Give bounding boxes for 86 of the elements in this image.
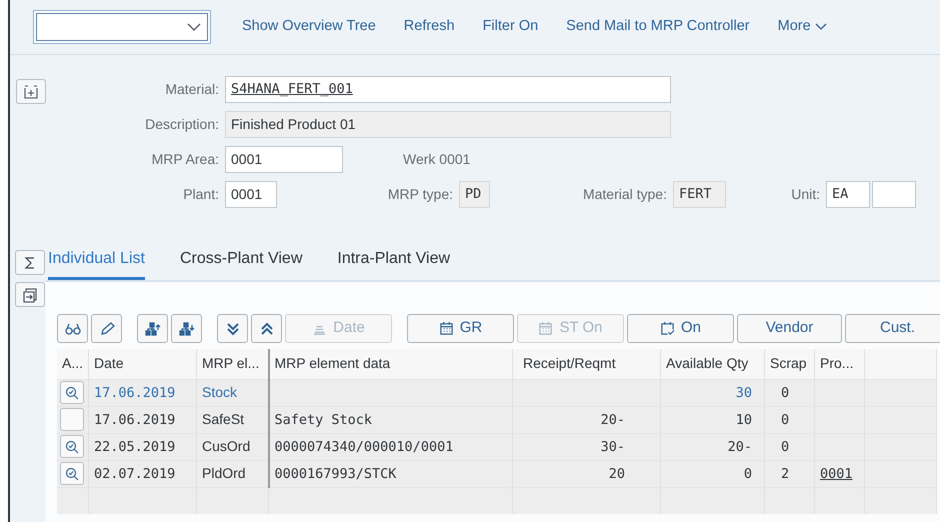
export-button[interactable] [15,282,45,307]
toolbar-button[interactable]: Vendor [737,314,842,343]
expand-button[interactable] [16,79,46,104]
pencil-icon [98,320,114,336]
table-cell: 10 [736,412,752,428]
toolbar-button[interactable]: Cust. [845,314,940,343]
table-cell: 0000074340/000010/0001 [274,438,454,455]
table-cell: 20- [600,412,626,428]
column-header[interactable]: Receipt/Reqmt [512,349,661,379]
toolbar-button[interactable]: Refresh [390,16,469,38]
table-cell: 22.05.2019 [94,438,176,455]
zoom-icon [65,386,79,400]
mrp-type-field[interactable]: PD [459,181,490,208]
column-header[interactable]: Available Qty [660,349,765,379]
expand-icon [23,84,39,100]
field-label: Material type: [582,185,668,204]
toolbar-button[interactable]: On [627,314,734,343]
hierarchy-up-button[interactable] [137,314,168,343]
zoom-icon [65,440,79,454]
sigma-icon [24,256,36,270]
toolbar-button[interactable]: Show Overview Tree [228,16,390,38]
table-cell: Safety Stock [274,412,372,428]
dropdown-field[interactable] [36,13,208,41]
toolbar-button[interactable]: Send Mail to MRP Controller [552,16,764,38]
table-cell: 02.07.2019 [94,466,176,482]
double-chevron-up-button[interactable] [251,314,282,343]
hierarchy-down-icon [178,320,194,336]
pencil-button[interactable] [91,314,122,343]
table-cell: 20- [728,438,752,455]
table-cell: 0 [780,438,790,455]
details-button[interactable] [60,381,84,404]
table-cell: 20 [608,466,626,482]
unit-field[interactable] [872,181,916,208]
toolbar-button[interactable]: GR [407,314,514,343]
unit-field[interactable]: EA [826,181,870,208]
table-cell: 2 [780,466,790,482]
field-label: MRP Area: [150,150,220,169]
table-cell: 17.06.2019 [94,384,176,401]
column-header[interactable]: MRP element data [268,349,513,379]
table-cell: SafeSt [202,411,244,427]
mrp-area-field[interactable]: 0001 [225,146,343,173]
table-cell: 30 [736,384,752,401]
column-header[interactable]: Pro... [814,349,865,379]
double-chevron-up-icon [258,320,274,336]
table-cell: 17.06.2019 [94,412,176,428]
toolbar-button[interactable]: Filter On [468,16,552,38]
column-header[interactable]: MRP el... [196,349,269,379]
table-cell: 0 [744,466,752,482]
plant-field[interactable]: 0001 [225,181,277,208]
chevron-down-icon [814,23,827,31]
hierarchy-down-button[interactable] [171,314,202,343]
table-cell: 30- [600,438,626,455]
column-header[interactable]: Scrap [764,349,815,379]
material-type-field[interactable]: FERT [673,181,726,208]
hierarchy-up-icon [144,320,160,336]
table-cell: CusOrd [202,438,250,454]
table-cell: PldOrd [202,465,246,481]
double-chevron-down-icon [224,320,240,336]
glasses-button[interactable] [57,314,88,343]
calendar-icon [438,321,454,336]
more-menu-button[interactable]: More [764,16,841,38]
calendar-check-icon [660,321,675,336]
table-cell: 0000167993/STCK [274,466,396,482]
field-label: MRP type: [386,185,454,204]
field-label: Unit: [790,185,821,204]
tab[interactable]: Cross-Plant View [180,247,302,280]
field-label: Material: [164,80,220,99]
zoom-icon [65,466,79,480]
calendar-icon [538,321,554,336]
field-label: Plant: [182,185,220,204]
mrp-area-description: Werk 0001 [403,150,472,169]
column-header[interactable]: A... [57,349,89,379]
field-label: Description: [144,115,220,134]
double-chevron-down-button[interactable] [217,314,248,343]
details-button[interactable] [60,435,84,458]
details-button[interactable] [60,462,84,485]
table-cell: 0 [780,384,790,401]
table-cell: Stock [202,384,238,400]
tab[interactable]: Intra-Plant View [337,247,450,280]
sum-button[interactable] [15,250,45,275]
description-field[interactable]: Finished Product 01 [225,111,671,138]
chevron-down-icon [187,22,201,32]
export-icon [22,286,38,302]
table-cell: 0 [780,412,790,428]
material-field[interactable]: S4HANA_FERT_001 [225,76,671,103]
column-header[interactable]: Date [88,349,197,379]
